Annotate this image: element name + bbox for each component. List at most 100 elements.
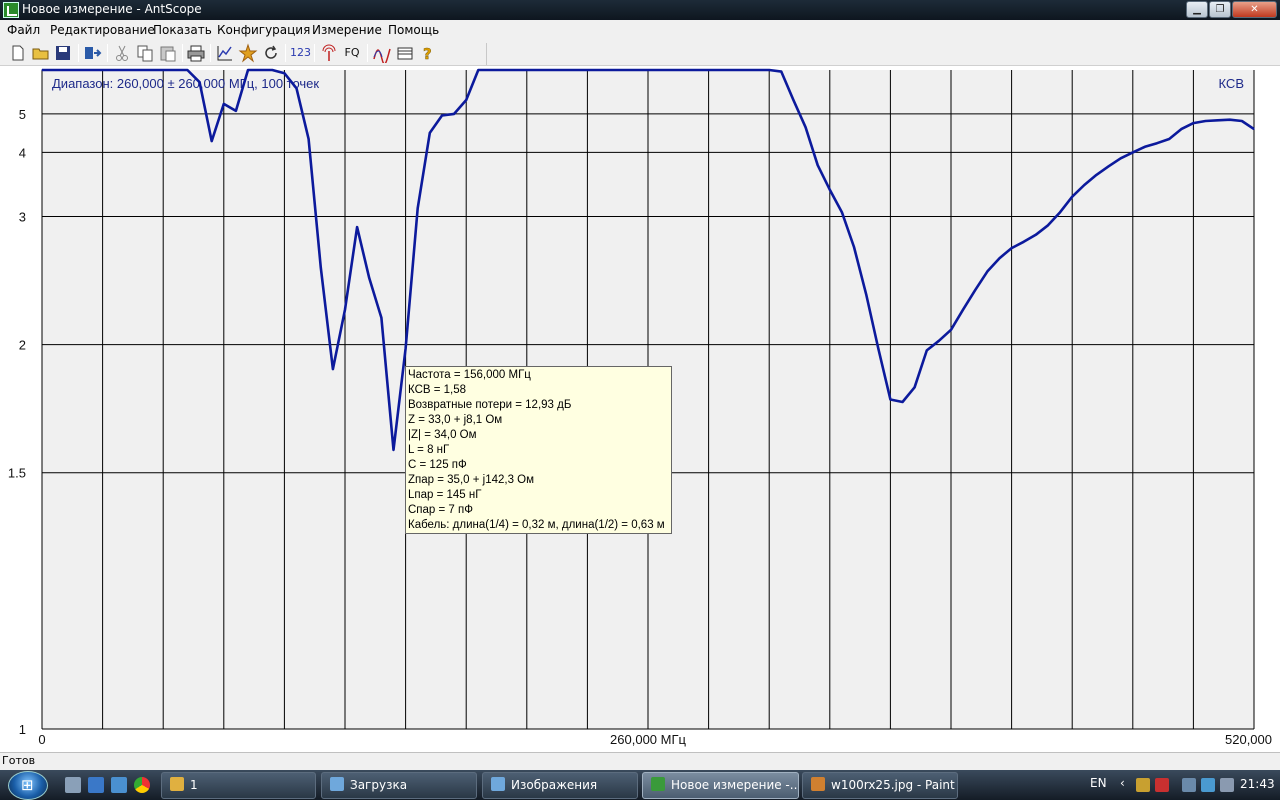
open-folder-icon[interactable] (31, 43, 51, 63)
swr-point (1204, 120, 1207, 122)
tooltip-line: Возвратные потери = 12,93 дБ (408, 399, 572, 411)
close-button[interactable]: ✕ (1232, 1, 1277, 18)
taskbar: 1 Загрузка Изображения Новое измерение -...… (0, 770, 1280, 800)
security-icon[interactable] (1155, 778, 1169, 792)
maximize-button[interactable]: ❐ (1209, 1, 1231, 18)
y-tick-label: 5 (19, 107, 26, 122)
tooltip-line: L = 8 нГ (408, 444, 450, 456)
export-icon[interactable] (83, 43, 103, 63)
language-indicator[interactable]: EN (1090, 776, 1107, 790)
antenna-icon[interactable] (319, 43, 339, 63)
menu-help[interactable]: Помощь (388, 23, 439, 37)
swr-point (405, 347, 407, 350)
swr-point (368, 277, 370, 279)
switch-windows-icon[interactable] (88, 777, 104, 793)
swr-point (392, 449, 395, 451)
tooltip-line: Z = 33,0 + j8,1 Ом (408, 414, 503, 426)
task-antscope-icon (651, 777, 665, 791)
help-icon[interactable]: ? (418, 43, 438, 64)
swr-point (332, 368, 334, 370)
swr-point (295, 87, 298, 89)
swr-point (1071, 196, 1073, 198)
toolbar: 123 FQ ? (0, 40, 1280, 66)
swr-point (1108, 165, 1110, 167)
swr-point (502, 69, 504, 71)
toolbar-separator (367, 44, 368, 62)
swr-point (417, 207, 419, 209)
show-desktop-icon[interactable] (65, 777, 81, 793)
marker-icon[interactable] (238, 43, 258, 63)
swr-point (308, 138, 310, 140)
swr-point (877, 347, 879, 350)
task-downloads-icon (330, 777, 344, 791)
swr-point (780, 71, 782, 73)
new-file-icon[interactable] (8, 43, 28, 63)
task-folder-1[interactable]: 1 (161, 772, 316, 799)
task-antscope[interactable]: Новое измерение -... (642, 772, 799, 799)
network-icon[interactable] (1136, 778, 1150, 792)
numeric-icon[interactable]: 123 (290, 43, 311, 63)
app-icon[interactable] (3, 2, 19, 18)
antscope-window: Новое измерение - AntScope ▁ ❐ ✕ Файл Ре… (0, 0, 1280, 800)
swr-point (1241, 120, 1243, 122)
menu-configuration[interactable]: Конфигурация (217, 23, 310, 37)
cut-icon[interactable] (112, 43, 132, 63)
swr-point (1229, 119, 1231, 121)
swr-point (998, 257, 1001, 259)
wireless-icon[interactable] (1201, 778, 1215, 792)
fq-icon[interactable]: FQ (342, 43, 362, 63)
swr-point (865, 293, 867, 295)
swr-point (962, 309, 964, 311)
swr-point (1095, 174, 1097, 176)
menu-edit[interactable]: Редактирование (50, 23, 155, 37)
tooltip-line: КСВ = 1,58 (408, 384, 467, 396)
window-title: Новое измерение - AntScope (22, 2, 202, 16)
clock[interactable]: 21:43 (1240, 777, 1275, 791)
x-axis-tick-labels: 0 260,000 МГц 520,000 (38, 732, 1272, 747)
task-paint[interactable]: w100rx25.jpg - Paint (802, 772, 958, 799)
swr-point (1156, 142, 1158, 144)
swr-point (889, 398, 892, 401)
battery-icon[interactable] (1182, 778, 1196, 792)
chart-area[interactable]: 1 1.5 2 3 4 5 0 260,000 МГц 520,000 Диапазон: 2… (0, 66, 1280, 752)
swr-point (853, 246, 855, 248)
save-icon[interactable] (53, 43, 73, 63)
chrome-icon[interactable] (134, 777, 150, 793)
minimize-button[interactable]: ▁ (1186, 1, 1208, 18)
status-bar: Готов (0, 752, 1280, 770)
swr-point (1217, 119, 1219, 121)
volume-icon[interactable] (1220, 778, 1234, 792)
swr-point (235, 110, 237, 112)
curve-icon[interactable] (372, 43, 392, 65)
swr-point (901, 401, 904, 403)
svg-text:?: ? (423, 45, 432, 63)
refresh-icon[interactable] (261, 43, 281, 63)
folder-icon[interactable] (395, 43, 415, 63)
swr-point (186, 69, 188, 71)
toolbar-separator (182, 44, 183, 62)
start-button[interactable] (8, 771, 48, 800)
copy-icon[interactable] (135, 43, 155, 63)
graph-icon[interactable] (215, 43, 235, 63)
swr-point (380, 317, 382, 319)
explorer-icon[interactable] (111, 777, 127, 793)
toolbar-separator (107, 44, 108, 62)
show-hidden-icons[interactable]: ‹ (1120, 776, 1125, 790)
menu-file[interactable]: Файл (7, 23, 40, 37)
swr-point (986, 270, 989, 272)
swr-point (211, 140, 213, 142)
print-icon[interactable] (186, 43, 206, 63)
swr-point (792, 99, 795, 101)
y-tick-label: 4 (19, 145, 26, 160)
task-images[interactable]: Изображения (482, 772, 638, 799)
tooltip-line: Lпар = 145 нГ (408, 489, 482, 501)
task-downloads[interactable]: Загрузка (321, 772, 477, 799)
menu-view[interactable]: Показать (153, 23, 212, 37)
swr-point (841, 211, 843, 213)
swr-point (344, 309, 346, 311)
x-tick-label: 0 (38, 732, 45, 747)
paste-icon[interactable] (158, 43, 178, 63)
tooltip-line: |Z| = 34,0 Ом (408, 429, 477, 441)
menu-measurement[interactable]: Измерение (312, 23, 382, 37)
swr-point (1253, 128, 1255, 130)
